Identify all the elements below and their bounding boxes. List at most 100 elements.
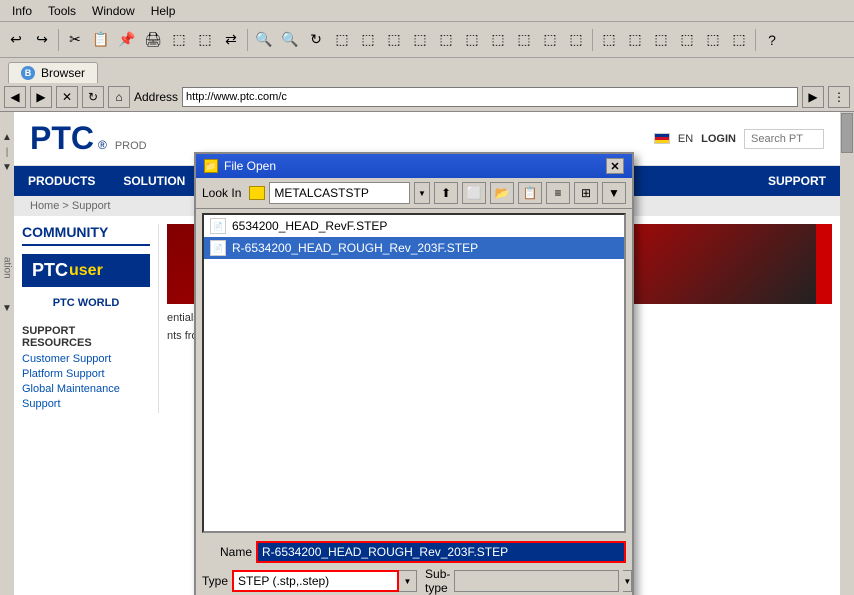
subtype-input[interactable] xyxy=(454,570,619,592)
toolbar-paste[interactable]: 📌 xyxy=(115,28,139,52)
dialog-close-button[interactable]: ✕ xyxy=(606,158,624,174)
look-in-select[interactable]: METALCASTSTP xyxy=(269,182,410,204)
type-label: Type xyxy=(202,574,228,588)
file-icon-0: 📄 xyxy=(210,218,226,234)
type-select-container: ▼ xyxy=(232,570,417,592)
toolbar-print[interactable]: 🖨 xyxy=(141,28,165,52)
sidebar-arrow-up[interactable]: ▲ xyxy=(2,132,12,143)
address-label: Address xyxy=(134,90,178,104)
toolbar-folder-view[interactable]: 📋 xyxy=(518,182,542,204)
toolbar-details-view[interactable]: ⊞ xyxy=(574,182,598,204)
menu-info[interactable]: Info xyxy=(4,2,40,20)
file-icon-1: 📄 xyxy=(210,240,226,256)
toolbar-b12[interactable]: ⬚ xyxy=(538,28,562,52)
toolbar-b11[interactable]: ⬚ xyxy=(512,28,536,52)
browser-tab-icon: B xyxy=(21,66,35,80)
nav-star[interactable]: ⋮ xyxy=(828,86,850,108)
toolbar-b3[interactable]: ⇄ xyxy=(219,28,243,52)
main-toolbar: ↩ ↪ ✂ 📋 📌 🖨 ⬚ ⬚ ⇄ 🔍 🔍 ↻ ⬚ ⬚ ⬚ ⬚ ⬚ ⬚ ⬚ ⬚ … xyxy=(0,22,854,58)
file-item-0[interactable]: 📄 6534200_HEAD_RevF.STEP xyxy=(204,215,624,237)
main-content: ▲ | ▼ ation ▼ PTC ® PROD EN LOGIN PRODUC… xyxy=(0,112,854,595)
toolbar-b2[interactable]: ⬚ xyxy=(193,28,217,52)
file-name-0: 6534200_HEAD_RevF.STEP xyxy=(232,219,387,233)
type-dropdown-btn[interactable]: ▼ xyxy=(399,570,417,592)
address-input[interactable] xyxy=(182,87,798,107)
name-label: Name xyxy=(202,545,252,559)
toolbar-copy[interactable]: 📋 xyxy=(89,28,113,52)
toolbar-b9[interactable]: ⬚ xyxy=(460,28,484,52)
menu-help[interactable]: Help xyxy=(143,2,184,20)
browser-tab-label: Browser xyxy=(41,66,85,80)
tab-bar: B Browser xyxy=(0,58,854,83)
toolbar-undo[interactable]: ↩ xyxy=(4,28,28,52)
web-content: PTC ® PROD EN LOGIN PRODUCTS SOLUTION SU… xyxy=(14,112,840,595)
address-bar: ◀ ▶ ✕ ↻ ⌂ Address ▶ ⋮ xyxy=(0,83,854,112)
left-sidebar: ▲ | ▼ ation ▼ xyxy=(0,112,14,595)
toolbar-b15[interactable]: ⬚ xyxy=(623,28,647,52)
toolbar-up-folder[interactable]: ⬆ xyxy=(434,182,458,204)
look-in-folder-icon xyxy=(249,186,265,200)
toolbar-b17[interactable]: ⬚ xyxy=(675,28,699,52)
sidebar-arrow-down2[interactable]: ▼ xyxy=(2,303,12,314)
dialog-toolbar: Look In METALCASTSTP ▼ ⬆ ⬜ 📂 📋 ≡ ⊞ ▼ xyxy=(196,178,632,209)
toolbar-b14[interactable]: ⬚ xyxy=(597,28,621,52)
toolbar-new-folder[interactable]: ⬜ xyxy=(462,182,486,204)
toolbar-rotate-cw[interactable]: ↻ xyxy=(304,28,328,52)
nav-home[interactable]: ⌂ xyxy=(108,86,130,108)
look-in-dropdown[interactable]: ▼ xyxy=(414,182,430,204)
dialog-title: 📁 File Open xyxy=(204,159,276,173)
menu-tools[interactable]: Tools xyxy=(40,2,84,20)
toolbar-b10[interactable]: ⬚ xyxy=(486,28,510,52)
nav-back[interactable]: ◀ xyxy=(4,86,26,108)
nav-stop[interactable]: ✕ xyxy=(56,86,78,108)
scroll-thumb[interactable] xyxy=(841,113,853,153)
look-in-value: METALCASTSTP xyxy=(274,186,368,200)
sidebar-text: | xyxy=(6,147,9,158)
type-input[interactable] xyxy=(232,570,399,592)
toolbar-b4[interactable]: ⬚ xyxy=(330,28,354,52)
nav-refresh[interactable]: ↻ xyxy=(82,86,104,108)
subtype-label: Sub-type xyxy=(425,567,450,595)
toolbar-b5[interactable]: ⬚ xyxy=(356,28,380,52)
toolbar-folder-options[interactable]: ▼ xyxy=(602,182,626,204)
toolbar-sep-3 xyxy=(592,29,593,51)
file-name-1: R-6534200_HEAD_ROUGH_Rev_203F.STEP xyxy=(232,241,478,255)
dialog-overlay: 📁 File Open ✕ Look In METALCASTSTP ▼ ⬆ ⬜… xyxy=(14,112,840,595)
toolbar-list-view[interactable]: ≡ xyxy=(546,182,570,204)
toolbar-sep-1 xyxy=(58,29,59,51)
toolbar-sep-4 xyxy=(755,29,756,51)
right-scrollbar xyxy=(840,112,854,595)
dialog-titlebar[interactable]: 📁 File Open ✕ xyxy=(196,154,632,178)
dialog-bottom: Name Type ▼ Sub-type ▼ xyxy=(196,537,632,595)
toolbar-redo[interactable]: ↪ xyxy=(30,28,54,52)
nav-go[interactable]: ▶ xyxy=(802,86,824,108)
toolbar-zoom-in[interactable]: 🔍 xyxy=(278,28,302,52)
toolbar-cut[interactable]: ✂ xyxy=(63,28,87,52)
menu-bar: Info Tools Window Help xyxy=(0,0,854,22)
toolbar-folder-open[interactable]: 📂 xyxy=(490,182,514,204)
toolbar-b18[interactable]: ⬚ xyxy=(701,28,725,52)
toolbar-b6[interactable]: ⬚ xyxy=(382,28,406,52)
toolbar-help[interactable]: ? xyxy=(760,28,784,52)
nav-forward[interactable]: ▶ xyxy=(30,86,52,108)
toolbar-zoom-out[interactable]: 🔍 xyxy=(252,28,276,52)
dialog-title-icon: 📁 xyxy=(204,159,218,173)
sidebar-label: ation xyxy=(2,257,13,279)
toolbar-b19[interactable]: ⬚ xyxy=(727,28,751,52)
menu-window[interactable]: Window xyxy=(84,2,143,20)
name-row: Name xyxy=(202,541,626,563)
dialog-title-text: File Open xyxy=(224,159,276,173)
toolbar-b16[interactable]: ⬚ xyxy=(649,28,673,52)
toolbar-b1[interactable]: ⬚ xyxy=(167,28,191,52)
look-in-label: Look In xyxy=(202,186,241,200)
name-input[interactable] xyxy=(256,541,626,563)
toolbar-b7[interactable]: ⬚ xyxy=(408,28,432,52)
subtype-dropdown-btn[interactable]: ▼ xyxy=(623,570,632,592)
file-open-dialog: 📁 File Open ✕ Look In METALCASTSTP ▼ ⬆ ⬜… xyxy=(194,152,634,595)
browser-tab[interactable]: B Browser xyxy=(8,62,98,83)
file-item-1[interactable]: 📄 R-6534200_HEAD_ROUGH_Rev_203F.STEP xyxy=(204,237,624,259)
file-list[interactable]: 📄 6534200_HEAD_RevF.STEP 📄 R-6534200_HEA… xyxy=(202,213,626,533)
toolbar-b13[interactable]: ⬚ xyxy=(564,28,588,52)
toolbar-b8[interactable]: ⬚ xyxy=(434,28,458,52)
sidebar-arrow-down[interactable]: ▼ xyxy=(2,162,12,173)
